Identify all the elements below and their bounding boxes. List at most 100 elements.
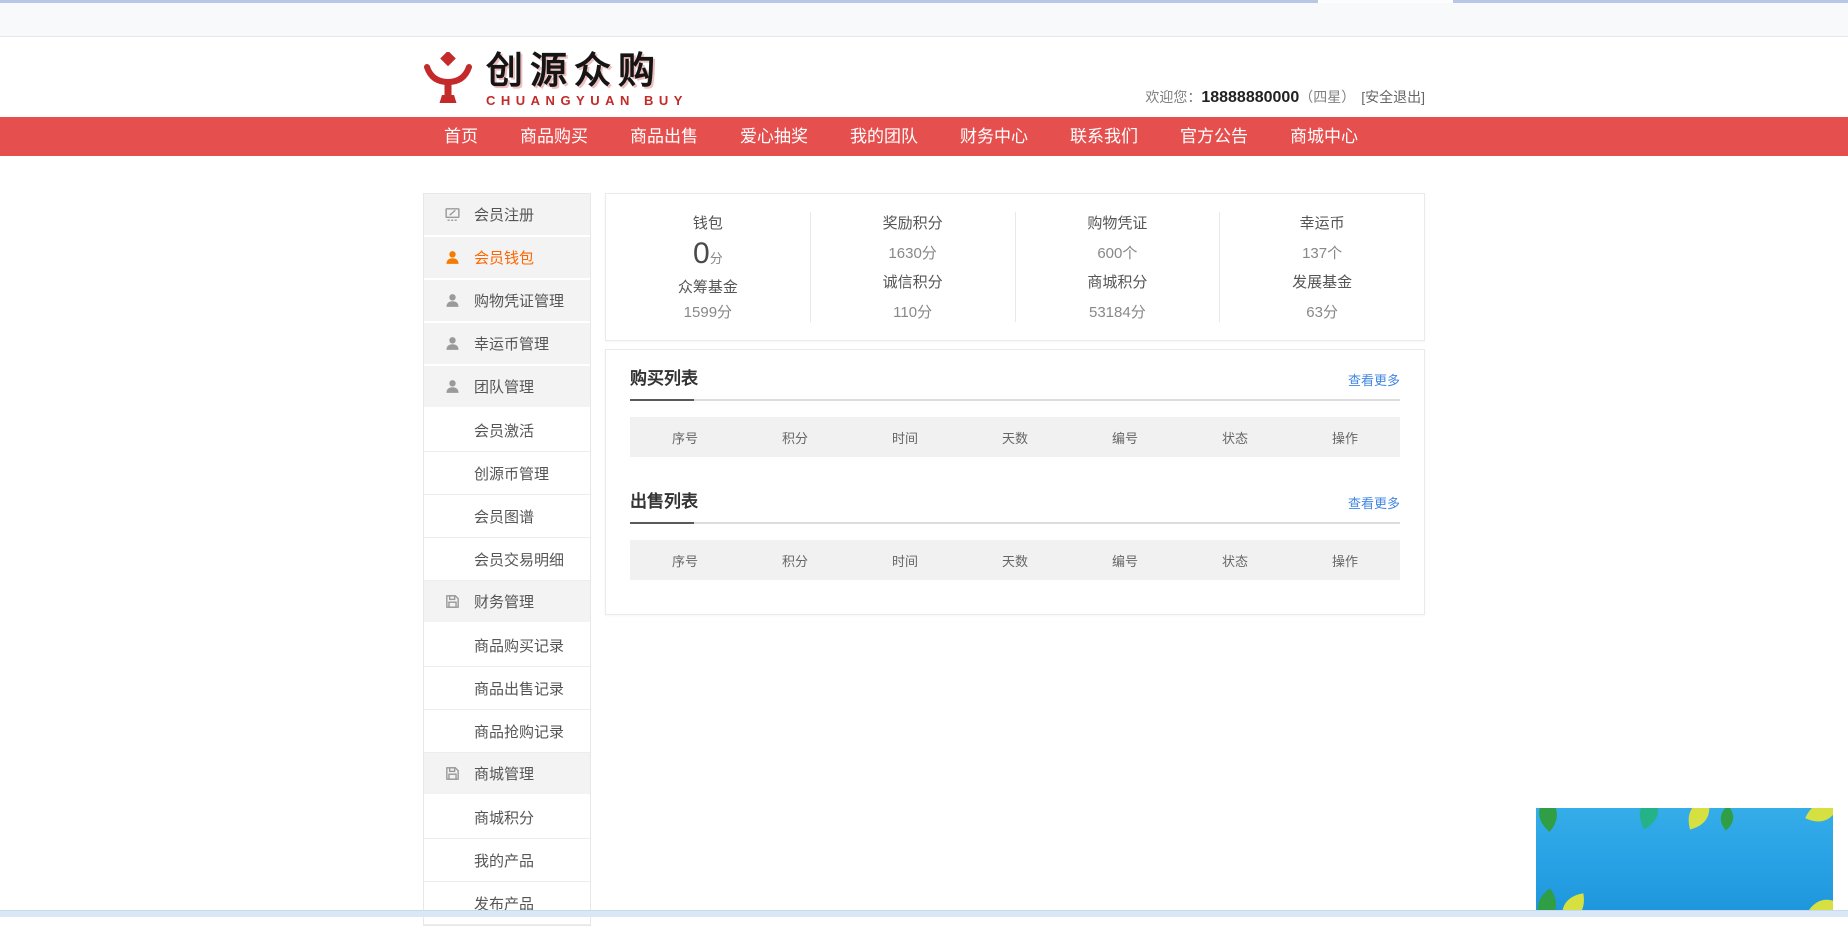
sidebar-item[interactable]: 商品购买记录 [424, 624, 590, 667]
table-header-cell: 积分 [740, 551, 850, 570]
sidebar-item[interactable]: 商品出售记录 [424, 667, 590, 710]
table-header-cell: 编号 [1070, 428, 1180, 447]
stat-value: 53184分 [1016, 301, 1220, 322]
table-header-row: 序号积分时间天数编号状态操作 [630, 417, 1400, 457]
section-title: 出售列表 [630, 487, 698, 512]
bottom-strip [0, 910, 1848, 917]
welcome-level: （四星） [1299, 89, 1355, 105]
table-header-cell: 积分 [740, 428, 850, 447]
sidebar-item[interactable]: 我的产品 [424, 839, 590, 882]
sidebar-item[interactable]: 会员钱包 [424, 237, 590, 280]
nav-item[interactable]: 商品购买 [499, 117, 609, 156]
welcome-phone: 18888880000 [1201, 89, 1299, 106]
stat-column: 购物凭证 600个 商城积分 53184分 [1015, 212, 1220, 322]
welcome-text: 欢迎您：18888880000（四星） [安全退出] [1145, 87, 1425, 117]
stat-label: 奖励积分 [811, 212, 1015, 233]
save-icon [444, 765, 461, 782]
nav-item[interactable]: 商城中心 [1269, 117, 1379, 156]
stat-label: 诚信积分 [811, 271, 1015, 292]
stat-label: 商城积分 [1016, 271, 1220, 292]
user-icon [444, 249, 461, 266]
table-header-row: 序号积分时间天数编号状态操作 [630, 540, 1400, 580]
top-edge-line [0, 0, 1848, 3]
table-header-cell: 时间 [850, 551, 960, 570]
logout-link[interactable]: [安全退出] [1361, 89, 1425, 105]
table-header-cell: 天数 [960, 551, 1070, 570]
stat-column: 幸运币 137个 发展基金 63分 [1219, 212, 1424, 322]
sidebar-item[interactable]: 会员图谱 [424, 495, 590, 538]
sidebar-item[interactable]: 会员交易明细 [424, 538, 590, 581]
welcome-prefix: 欢迎您： [1145, 89, 1201, 105]
stat-column: 奖励积分 1630分 诚信积分 110分 [810, 212, 1015, 322]
stat-value: 0分 [606, 237, 810, 271]
stat-value: 110分 [811, 301, 1015, 322]
table-header-cell: 状态 [1180, 551, 1290, 570]
sidebar-item[interactable]: 商城积分 [424, 796, 590, 839]
leaf-icon [1556, 891, 1591, 912]
logo[interactable]: 创源众购 CHUANGYUAN BUY [423, 52, 688, 108]
table-header-cell: 状态 [1180, 428, 1290, 447]
table-header-cell: 天数 [960, 428, 1070, 447]
sidebar-item[interactable]: 商城管理 [424, 753, 590, 796]
leaf-icon [1804, 889, 1833, 912]
stat-label: 钱包 [606, 212, 810, 233]
table-header-cell: 序号 [630, 551, 740, 570]
leaf-icon [1681, 808, 1718, 832]
user-icon [444, 378, 461, 395]
nav-bar: 首页商品购买商品出售爱心抽奖我的团队财务中心联系我们官方公告商城中心 [0, 117, 1848, 156]
view-more-link[interactable]: 查看更多 [1348, 370, 1400, 389]
table-header-cell: 时间 [850, 428, 960, 447]
save-icon [444, 593, 461, 610]
stat-column: 钱包 0分 众筹基金 1599分 [606, 212, 810, 322]
sidebar-item[interactable]: 会员激活 [424, 409, 590, 452]
stat-value: 1630分 [811, 242, 1015, 263]
header: 创源众购 CHUANGYUAN BUY 欢迎您：18888880000（四星） [… [0, 37, 1848, 117]
stat-label: 购物凭证 [1016, 212, 1220, 233]
table-header-cell: 编号 [1070, 551, 1180, 570]
sidebar-item[interactable]: 创源币管理 [424, 452, 590, 495]
logo-icon [423, 52, 473, 108]
sidebar-item[interactable]: 团队管理 [424, 366, 590, 409]
order-lists-panel: 购买列表 查看更多 序号积分时间天数编号状态操作 出售列表 查看更多 序号积分时… [605, 349, 1425, 615]
sidebar-item[interactable]: 商品抢购记录 [424, 710, 590, 753]
sidebar-item[interactable]: 购物凭证管理 [424, 280, 590, 323]
stat-value: 63分 [1220, 301, 1424, 322]
sidebar-item[interactable]: 幸运币管理 [424, 323, 590, 366]
stat-value: 1599分 [606, 301, 810, 322]
nav-item[interactable]: 联系我们 [1049, 117, 1159, 156]
nav-item[interactable]: 官方公告 [1159, 117, 1269, 156]
nav-item[interactable]: 爱心抽奖 [719, 117, 829, 156]
logo-subtitle: CHUANGYUAN BUY [486, 93, 688, 108]
list-section: 购买列表 查看更多 序号积分时间天数编号状态操作 [630, 364, 1400, 457]
stat-value: 137个 [1220, 242, 1424, 263]
top-strip [0, 0, 1848, 37]
customer-service-widget[interactable] [1536, 808, 1833, 912]
sidebar-item[interactable]: 发布产品 [424, 882, 590, 925]
sidebar: 会员注册 会员钱包 购物凭证管理 幸运币管理 团队管理 会员激活 创源币管理 会… [423, 193, 591, 926]
leaf-icon [1536, 808, 1569, 835]
top-edge-line-gap [1318, 0, 1453, 3]
stat-label: 众筹基金 [606, 276, 810, 297]
table-header-cell: 操作 [1290, 428, 1400, 447]
stat-value: 600个 [1016, 242, 1220, 263]
table-header-cell: 操作 [1290, 551, 1400, 570]
nav-item[interactable]: 商品出售 [609, 117, 719, 156]
user-icon [444, 292, 461, 309]
logo-title: 创源众购 [486, 52, 688, 89]
table-header-cell: 序号 [630, 428, 740, 447]
sidebar-item[interactable]: 会员注册 [424, 194, 590, 237]
wallet-stats-panel: 钱包 0分 众筹基金 1599分 奖励积分 1630分 诚信积分 110分 购物… [605, 193, 1425, 341]
stat-label: 幸运币 [1220, 212, 1424, 233]
register-icon [444, 206, 461, 223]
nav-item[interactable]: 我的团队 [829, 117, 939, 156]
view-more-link[interactable]: 查看更多 [1348, 493, 1400, 512]
nav-item[interactable]: 财务中心 [939, 117, 1049, 156]
list-section: 出售列表 查看更多 序号积分时间天数编号状态操作 [630, 487, 1400, 580]
section-title: 购买列表 [630, 364, 698, 389]
nav-item[interactable]: 首页 [423, 117, 499, 156]
leaf-icon [1712, 808, 1742, 833]
leaf-icon [1802, 808, 1833, 832]
user-icon [444, 335, 461, 352]
sidebar-item[interactable]: 财务管理 [424, 581, 590, 624]
leaf-icon [1629, 808, 1670, 832]
